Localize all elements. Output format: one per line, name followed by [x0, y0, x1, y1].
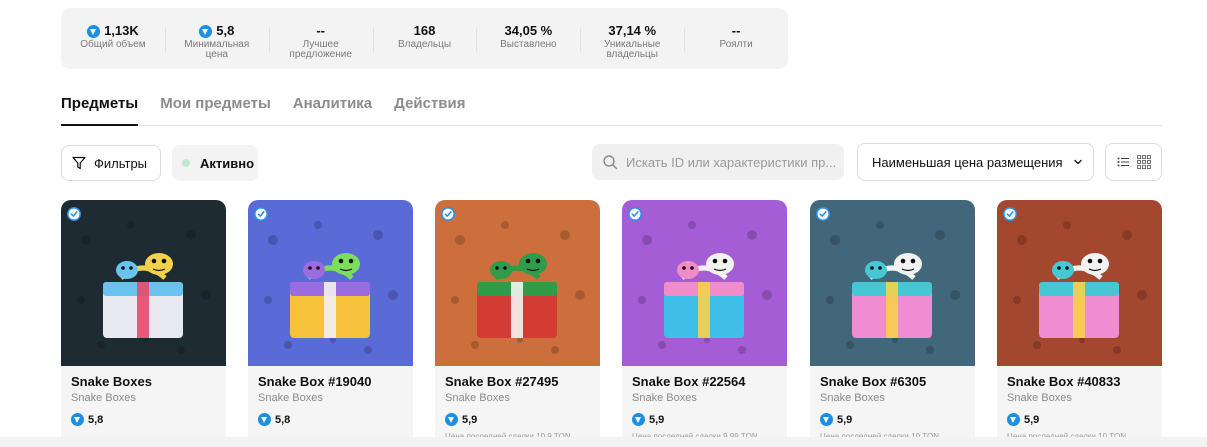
verified-badge-icon: [628, 207, 642, 221]
stat-total-volume: 1,13K Общий объем: [61, 8, 165, 50]
nft-collection: Snake Boxes: [820, 392, 885, 404]
search-icon: [603, 155, 618, 170]
chevron-down-icon: [1073, 159, 1082, 165]
nft-card[interactable]: Snake Box #19040 Snake Boxes 5,8: [248, 200, 413, 447]
nft-title: Snake Box #40833: [1007, 374, 1121, 389]
collection-stats: 1,13K Общий объем 5,8 Минимальная цена -…: [61, 8, 788, 69]
nft-title: Snake Boxes: [71, 374, 152, 389]
nft-collection: Snake Boxes: [445, 392, 510, 404]
tab-analytics[interactable]: Аналитика: [293, 95, 372, 126]
stat-value: --: [731, 23, 741, 38]
stat-label: Лучшее предложение: [289, 39, 352, 60]
stat-value: 37,14 %: [608, 23, 657, 38]
list-view-icon: [1117, 157, 1129, 167]
nft-collection: Snake Boxes: [632, 392, 697, 404]
nft-price: 5,9: [445, 413, 477, 426]
nft-collection: Snake Boxes: [258, 392, 323, 404]
ton-icon: [445, 413, 458, 426]
stat-label: Общий объем: [80, 39, 146, 50]
ton-icon: [199, 24, 213, 38]
stat-best-offer: -- Лучшее предложение: [268, 8, 373, 60]
ton-icon: [258, 413, 271, 426]
price-value: 5,9: [837, 413, 853, 426]
stat-listed: 34,05 % Выставлено: [476, 8, 580, 52]
tab-activity[interactable]: Действия: [394, 95, 465, 126]
search-input[interactable]: [626, 154, 836, 170]
price-value: 5,8: [275, 413, 291, 426]
nft-card[interactable]: Snake Box #22564 Snake Boxes 5,9 Цена по…: [622, 200, 787, 447]
stat-royalty: -- Роялти: [684, 8, 788, 52]
active-label: Активно: [200, 155, 255, 171]
verified-badge-icon: [441, 207, 455, 221]
stat-label: Владельцы: [397, 39, 452, 50]
price-value: 5,9: [462, 413, 478, 426]
price-value: 5,9: [649, 413, 665, 426]
stat-value: 1,13K: [104, 23, 139, 38]
nft-price: 5,9: [820, 413, 852, 426]
filter-icon: [72, 156, 86, 170]
nft-collection: Snake Boxes: [71, 392, 136, 404]
nft-title: Snake Box #19040: [258, 374, 372, 389]
ton-icon: [632, 413, 645, 426]
stat-label: Роялти: [719, 39, 753, 50]
verified-badge-icon: [254, 207, 268, 221]
nft-card[interactable]: Snake Box #27495 Snake Boxes 5,9 Цена по…: [435, 200, 600, 447]
filters-button[interactable]: Фильтры: [61, 145, 161, 181]
nft-title: Snake Box #6305: [820, 374, 927, 389]
stat-floor-price: 5,8 Минимальная цена: [164, 8, 269, 60]
sort-select[interactable]: Наименьшая цена размещения: [857, 143, 1094, 181]
stat-value: 5,8: [216, 23, 235, 38]
price-value: 5,9: [1024, 413, 1040, 426]
search-box: [592, 144, 844, 180]
nft-collection: Snake Boxes: [1007, 392, 1072, 404]
nft-card[interactable]: Snake Boxes Snake Boxes 5,8: [61, 200, 226, 447]
stat-value: 168: [413, 23, 436, 38]
ton-icon: [1007, 413, 1020, 426]
stat-unique-owners: 37,14 % Уникальные владельцы: [580, 8, 684, 60]
nft-image: [248, 200, 413, 366]
nft-price: 5,8: [71, 413, 103, 426]
sort-label: Наименьшая цена размещения: [872, 154, 1063, 170]
verified-badge-icon: [1003, 207, 1017, 221]
ton-icon: [71, 413, 84, 426]
stat-owners: 168 Владельцы: [372, 8, 477, 52]
stat-label: Уникальные владельцы: [603, 39, 661, 60]
nft-card[interactable]: Snake Box #6305 Snake Boxes 5,9 Цена пос…: [810, 200, 975, 447]
bottom-strip: [0, 437, 1207, 447]
stat-label: Выставлено: [500, 39, 557, 50]
stat-value: 34,05 %: [504, 23, 553, 38]
nft-title: Snake Box #22564: [632, 374, 746, 389]
tab-items[interactable]: Предметы: [61, 95, 139, 126]
price-value: 5,8: [88, 413, 104, 426]
nft-price: 5,8: [258, 413, 290, 426]
grid-view-icon: [1137, 155, 1152, 169]
active-filter-chip[interactable]: Активно: [172, 145, 258, 181]
nft-price: 5,9: [1007, 413, 1039, 426]
verified-badge-icon: [816, 207, 830, 221]
nft-image: [810, 200, 975, 366]
view-toggle: [1105, 143, 1162, 181]
stat-label: Минимальная цена: [184, 39, 250, 60]
nft-image: [622, 200, 787, 366]
nft-card[interactable]: Snake Box #40833 Snake Boxes 5,9 Цена по…: [997, 200, 1162, 447]
nft-image: [61, 200, 226, 366]
list-view-button[interactable]: [1113, 152, 1133, 172]
ton-icon: [87, 24, 101, 38]
grid-view-button[interactable]: [1134, 152, 1154, 172]
filters-label: Фильтры: [94, 155, 148, 171]
ton-icon: [820, 413, 833, 426]
nft-title: Snake Box #27495: [445, 374, 559, 389]
collection-tabs: Предметы Мои предметы Аналитика Действия: [61, 95, 1162, 126]
tab-my-items[interactable]: Мои предметы: [160, 95, 271, 126]
nft-price: 5,9: [632, 413, 664, 426]
status-dot-icon: [182, 159, 190, 167]
nft-image: [435, 200, 600, 366]
verified-badge-icon: [67, 207, 81, 221]
stat-value: --: [316, 23, 325, 38]
nft-image: [997, 200, 1162, 366]
